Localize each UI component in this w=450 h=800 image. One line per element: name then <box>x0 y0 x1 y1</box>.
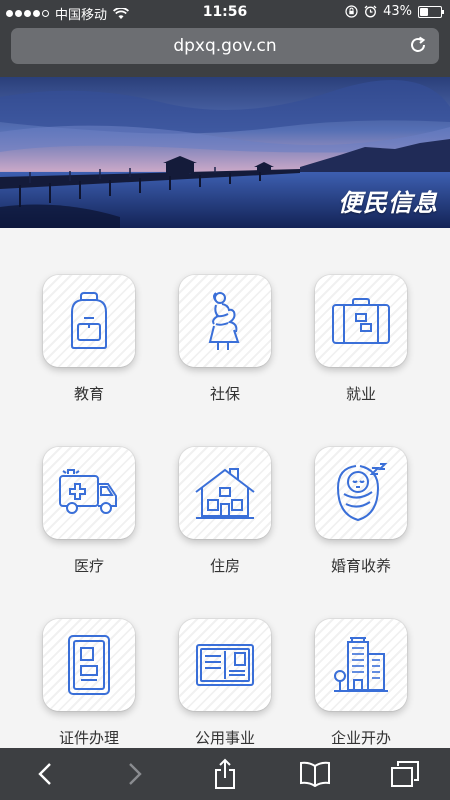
service-label: 医疗 <box>73 557 104 575</box>
battery-percent: 43% <box>383 4 412 19</box>
banner-title: 便民信息 <box>338 189 438 217</box>
service-icon-box[interactable] <box>315 619 407 711</box>
rotation-lock-icon <box>345 5 358 18</box>
service-social-security[interactable]: 社保 <box>165 275 285 404</box>
service-label: 企业开办 <box>330 729 391 747</box>
bookmarks-button[interactable] <box>295 754 335 794</box>
service-label: 住房 <box>209 557 240 575</box>
service-icon-box[interactable] <box>315 447 407 539</box>
forward-button[interactable] <box>115 754 155 794</box>
service-medical[interactable]: 医疗 <box>29 447 149 576</box>
briefcase-icon <box>332 298 390 344</box>
service-employment[interactable]: 就业 <box>301 275 421 404</box>
alarm-icon <box>364 5 377 18</box>
service-marriage-adoption[interactable]: 婚育收养 <box>301 447 421 576</box>
service-icon-box[interactable] <box>315 275 407 367</box>
service-label: 教育 <box>73 385 104 403</box>
service-grid: 教育 社保 就业 医疗 住房 婚育收养 证件办理 公用事业 企业开办 <box>0 228 450 748</box>
service-icon-box[interactable] <box>179 619 271 711</box>
service-education[interactable]: 教育 <box>29 275 149 404</box>
id-card-icon <box>68 635 110 695</box>
service-icon-box[interactable] <box>43 619 135 711</box>
backpack-icon <box>71 292 107 349</box>
tabs-button[interactable] <box>385 754 425 794</box>
tabs-icon <box>391 761 419 787</box>
service-label: 公用事业 <box>194 729 255 747</box>
service-label: 证件办理 <box>58 729 119 747</box>
share-button[interactable] <box>205 754 245 794</box>
ambulance-icon <box>59 469 117 514</box>
service-label: 就业 <box>345 385 376 403</box>
service-housing[interactable]: 住房 <box>165 447 285 576</box>
pregnant-woman-icon <box>208 292 240 350</box>
banner-image: 便民信息 <box>0 77 450 228</box>
service-business-setup[interactable]: 企业开办 <box>301 619 421 748</box>
chevron-left-icon <box>38 763 51 785</box>
postcard-icon <box>196 644 254 686</box>
office-building-icon <box>334 637 388 692</box>
url-text: dpxq.gov.cn <box>173 36 277 56</box>
open-book-icon <box>300 761 330 787</box>
service-label: 婚育收养 <box>330 557 391 575</box>
service-icon-box[interactable] <box>179 275 271 367</box>
service-public-utilities[interactable]: 公用事业 <box>165 619 285 748</box>
chevron-right-icon <box>129 763 142 785</box>
house-icon <box>195 468 255 519</box>
service-documents[interactable]: 证件办理 <box>29 619 149 748</box>
service-icon-box[interactable] <box>43 275 135 367</box>
service-label: 社保 <box>209 385 240 403</box>
browser-top-bar: 中国移动 11:56 43% dpxq.gov.cn <box>0 0 450 77</box>
status-bar: 中国移动 11:56 43% <box>0 0 450 24</box>
sleeping-baby-icon <box>336 463 388 522</box>
service-icon-box[interactable] <box>179 447 271 539</box>
battery-icon <box>418 5 444 18</box>
share-icon <box>215 758 235 789</box>
url-bar[interactable]: dpxq.gov.cn <box>11 28 439 64</box>
service-icon-box[interactable] <box>43 447 135 539</box>
back-button[interactable] <box>25 754 65 794</box>
reload-icon[interactable] <box>407 34 429 56</box>
browser-toolbar <box>0 748 450 800</box>
